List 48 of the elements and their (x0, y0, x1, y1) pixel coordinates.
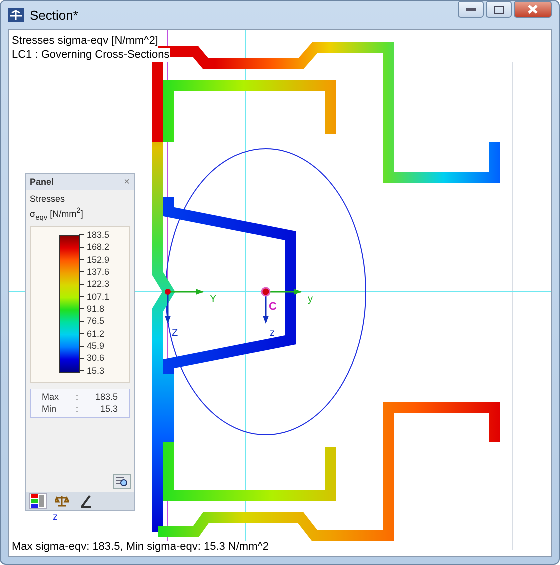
minimize-icon (466, 8, 476, 12)
separator: : (76, 392, 80, 402)
centroid-label: C (269, 301, 277, 313)
maximize-icon (494, 6, 504, 14)
horizontal-axis-arrow (168, 289, 204, 295)
panel-tab[interactable] (53, 493, 71, 509)
zoom-button[interactable] (113, 474, 131, 489)
legend-value: 122.3 (87, 279, 110, 290)
legend-heading: Stresses (30, 193, 66, 205)
legend-value: 30.6 (87, 353, 105, 364)
legend-value: 91.8 (87, 304, 105, 314)
legend-value: 107.1 (87, 292, 110, 302)
separator: : (76, 404, 80, 414)
axis-label: y (308, 294, 313, 305)
legend-value: 152.9 (87, 254, 110, 265)
extreme-label: Max (42, 392, 60, 402)
legend-value: 76.5 (87, 316, 105, 326)
legend-value: 183.5 (87, 230, 110, 240)
legend-value: 61.2 (87, 328, 105, 339)
info-text: Stresses sigma-eqv [N/mm^2] (12, 34, 158, 48)
info-text: LC1 : Governing Cross-Sections (12, 48, 170, 62)
centroid-marker (261, 287, 271, 297)
maximize-button[interactable] (486, 1, 512, 18)
close-button[interactable] (514, 1, 552, 18)
legend-unit: σ$_{eqv}$ [N/mm$^{2}$] (30, 205, 84, 224)
panel-close-button[interactable]: × (124, 176, 130, 188)
window-title: Section* (30, 8, 80, 22)
color-scale-icon (31, 494, 45, 508)
legend-value: 137.6 (87, 266, 110, 277)
vertical-axis-arrow (165, 292, 171, 324)
status-text: Max sigma-eqv: 183.5, Min sigma-eqv: 15.3 N/mm^2 (12, 541, 270, 553)
legend-value: 45.9 (87, 341, 105, 352)
panel-tab[interactable] (29, 493, 47, 509)
close-icon (528, 5, 538, 14)
balance-icon (55, 495, 69, 507)
axis-label: z (53, 512, 58, 523)
app-icon (8, 8, 24, 22)
minimize-button[interactable] (458, 1, 484, 18)
axis-label: Y (210, 294, 217, 305)
axis-label: z (270, 328, 275, 339)
axis-label: Z (172, 328, 178, 339)
legend-value: 15.3 (87, 366, 105, 376)
legend-value: 168.2 (87, 242, 110, 252)
extreme-label: Min (42, 404, 58, 414)
origin-marker (165, 289, 171, 295)
extreme-value: 183.5 (94, 392, 118, 402)
panel-title: Panel (30, 177, 54, 187)
extreme-value: 15.3 (99, 404, 118, 414)
